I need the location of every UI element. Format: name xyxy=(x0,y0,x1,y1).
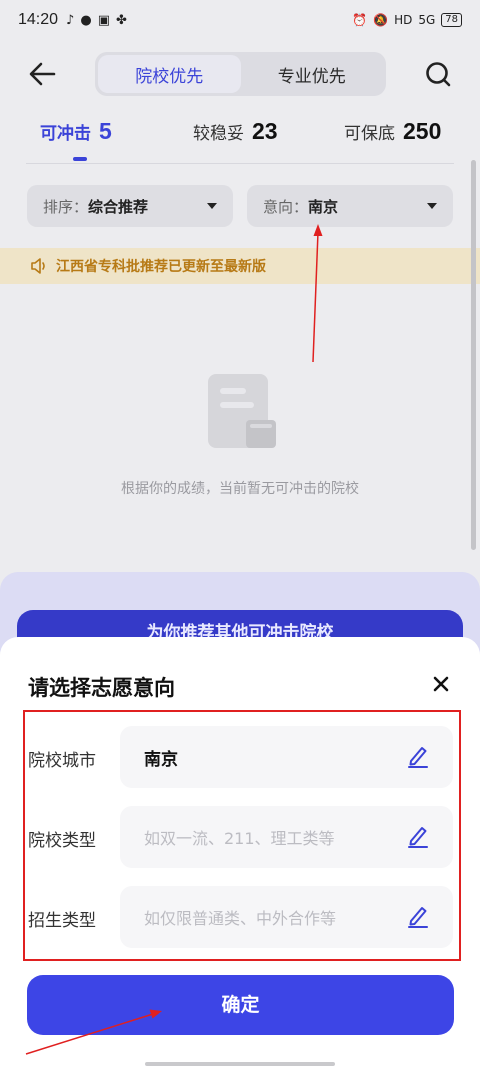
caret-down-icon xyxy=(207,203,217,209)
close-icon[interactable] xyxy=(432,675,450,693)
tab-school-first[interactable]: 院校优先 xyxy=(98,55,241,93)
edit-pencil-icon[interactable] xyxy=(407,824,429,848)
tiktok-icon: ♪ xyxy=(66,12,75,28)
system-icons: ⏰ 🔕 HD 5G 78 xyxy=(352,13,462,27)
annotation-arrow-intent xyxy=(312,224,323,363)
tab-safe-count: 250 xyxy=(403,118,442,144)
tab-safe[interactable]: 可保底 250 xyxy=(344,118,441,145)
caret-down-icon xyxy=(427,203,437,209)
empty-state-text: 根据你的成绩，当前暂无可冲击的院校 xyxy=(121,481,359,497)
tab-reach-count: 5 xyxy=(99,118,112,144)
home-indicator[interactable] xyxy=(145,1062,335,1066)
confirm-button[interactable]: 确定 xyxy=(27,975,454,1035)
active-tab-indicator xyxy=(73,157,87,161)
tab-stable-label: 较稳妥 xyxy=(193,124,244,144)
tab-reach[interactable]: 可冲击 5 xyxy=(40,118,112,145)
intent-dropdown[interactable]: 意向： 南京 xyxy=(247,185,453,227)
status-time: 14:20 xyxy=(18,11,59,28)
app-icon: ▣ xyxy=(97,12,110,28)
edit-pencil-icon[interactable] xyxy=(407,904,429,928)
intent-label: 意向： xyxy=(263,197,309,216)
tab-stable[interactable]: 较稳妥 23 xyxy=(193,118,278,145)
tab-safe-label: 可保底 xyxy=(344,124,395,144)
enrollment-type-row: 招生类型 如仅限普通类、中外合作等 xyxy=(28,886,458,948)
enrollment-type-label: 招生类型 xyxy=(28,911,96,931)
chat-icon: ● xyxy=(80,12,92,28)
school-type-label: 院校类型 xyxy=(28,831,96,851)
city-row: 院校城市 南京 xyxy=(28,726,458,788)
city-field[interactable]: 南京 xyxy=(120,726,453,788)
pinwheel-icon: ✤ xyxy=(115,12,127,28)
sort-dropdown[interactable]: 排序： 综合推荐 xyxy=(27,185,233,227)
sheet-title: 请选择志愿意向 xyxy=(28,676,175,700)
empty-document-icon xyxy=(208,374,276,448)
sort-value: 综合推荐 xyxy=(88,197,149,216)
intent-value: 南京 xyxy=(308,197,339,216)
mute-icon: 🔕 xyxy=(373,13,389,27)
divider xyxy=(26,163,454,164)
city-label: 院校城市 xyxy=(28,751,96,771)
status-bar: 14:20 ♪ ● ▣ ✤ ⏰ 🔕 HD 5G 78 xyxy=(0,0,480,40)
view-mode-toggle: 院校优先 专业优先 xyxy=(95,52,386,96)
signal-icon: 5G xyxy=(418,13,436,27)
enrollment-type-field[interactable]: 如仅限普通类、中外合作等 xyxy=(120,886,453,948)
notice-banner[interactable]: 江西省专科批推荐已更新至最新版 xyxy=(0,248,480,284)
school-type-field[interactable]: 如双一流、211、理工类等 xyxy=(120,806,453,868)
city-value: 南京 xyxy=(144,749,178,770)
school-type-placeholder: 如双一流、211、理工类等 xyxy=(144,829,335,848)
scrollbar[interactable] xyxy=(471,160,476,550)
tab-stable-count: 23 xyxy=(252,118,278,144)
school-type-row: 院校类型 如双一流、211、理工类等 xyxy=(28,806,458,868)
alarm-icon: ⏰ xyxy=(352,13,368,27)
notice-text: 江西省专科批推荐已更新至最新版 xyxy=(56,259,266,275)
intent-bottom-sheet: 请选择志愿意向 院校城市 南京 院校类型 如双一流、211、理工类等 招生类型 … xyxy=(0,637,480,1067)
enrollment-type-placeholder: 如仅限普通类、中外合作等 xyxy=(144,909,337,928)
search-icon[interactable] xyxy=(424,60,452,88)
notification-icons: ♪ ● ▣ ✤ xyxy=(66,13,127,28)
back-arrow-icon[interactable] xyxy=(28,60,58,88)
sort-label: 排序： xyxy=(43,197,89,216)
edit-pencil-icon[interactable] xyxy=(407,744,429,768)
top-nav: 院校优先 专业优先 xyxy=(0,50,480,98)
tab-major-first[interactable]: 专业优先 xyxy=(241,55,384,93)
battery-icon: 78 xyxy=(441,13,462,27)
tab-reach-label: 可冲击 xyxy=(40,124,91,144)
speaker-icon xyxy=(31,258,45,274)
hd-icon: HD xyxy=(394,13,413,27)
category-tabs: 可冲击 5 较稳妥 23 可保底 250 xyxy=(0,118,480,162)
